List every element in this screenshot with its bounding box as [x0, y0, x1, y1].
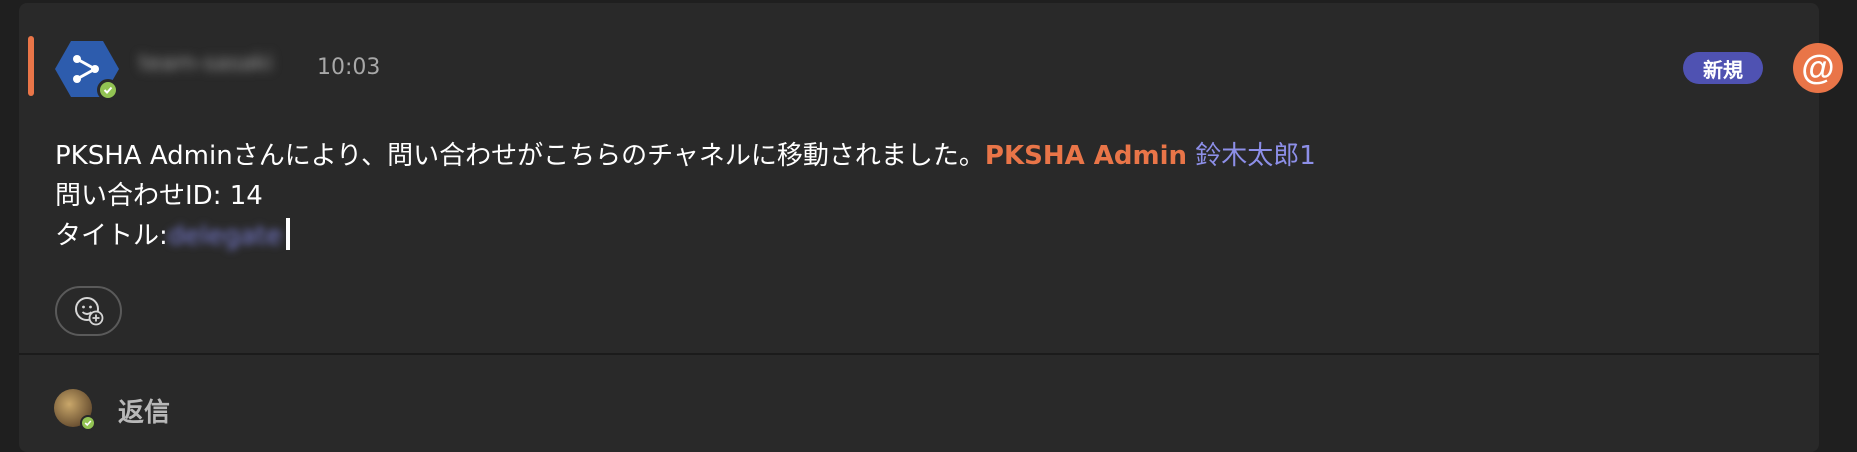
available-check-icon — [80, 415, 96, 431]
inquiry-id-line: 問い合わせID: 14 — [55, 181, 263, 211]
text-cursor — [286, 218, 291, 250]
at-sign-icon: @ — [1793, 43, 1843, 93]
moved-notice-text: PKSHA Adminさんにより、問い合わせがこちらのチャネルに移動されました。 — [55, 141, 985, 171]
add-reaction-button[interactable] — [55, 286, 122, 336]
add-reaction-icon — [74, 297, 103, 326]
title-label: タイトル: — [55, 221, 168, 251]
available-check-icon — [97, 79, 119, 101]
sender-name[interactable]: team-sasaki — [139, 51, 273, 76]
reply-divider — [19, 353, 1819, 355]
message-line-moved: PKSHA Adminさんにより、問い合わせがこちらのチャネルに移動されました。… — [55, 135, 1316, 172]
mention-user[interactable]: 鈴木太郎1 — [1195, 141, 1316, 171]
reply-button[interactable]: 返信 — [118, 392, 170, 429]
mention-admin[interactable]: PKSHA Admin — [985, 141, 1187, 171]
importance-accent-bar — [28, 36, 34, 96]
new-badge: 新規 — [1683, 52, 1763, 84]
message-timestamp: 10:03 — [317, 55, 381, 80]
title-value[interactable]: delegate — [168, 221, 282, 251]
title-line: タイトル:delegate — [55, 215, 291, 252]
